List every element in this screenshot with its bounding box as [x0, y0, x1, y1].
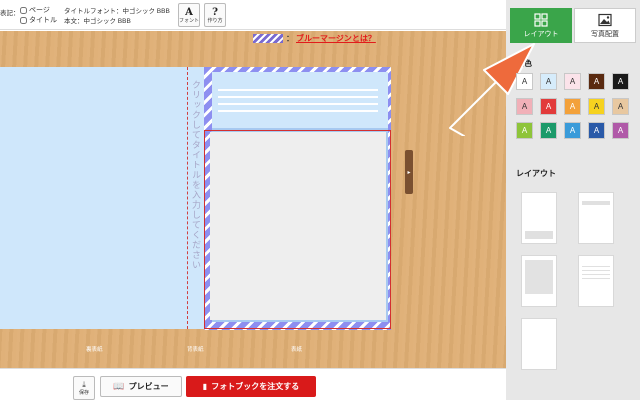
order-button-label: フォトブックを注文する	[211, 382, 300, 391]
color-swatch[interactable]: A	[588, 98, 605, 115]
color-swatch-letter: A	[593, 102, 600, 111]
page-checkbox-option[interactable]: ページ	[20, 5, 50, 15]
help-icon: ?	[212, 6, 218, 18]
preview-button-label: プレビュー	[128, 382, 169, 391]
layout-section-title: レイアウト	[516, 169, 556, 178]
color-swatch[interactable]: A	[516, 122, 533, 139]
font-button-label: フォント	[179, 17, 200, 24]
layout-option[interactable]	[578, 255, 614, 307]
color-swatch-letter: A	[569, 126, 576, 135]
title-checkbox-label: タイトル	[29, 17, 57, 24]
blue-margin-help-link[interactable]: ブルーマージンとは？	[296, 33, 376, 44]
color-swatch[interactable]: A	[588, 73, 605, 90]
title-line	[218, 96, 378, 98]
layout-option-bar	[582, 278, 610, 279]
layout-option-bar	[582, 266, 610, 267]
howto-button-label: 作り方	[207, 17, 223, 24]
layout-option-bar	[525, 260, 553, 294]
color-swatch-letter: A	[521, 77, 528, 86]
color-swatch-letter: A	[617, 126, 624, 135]
photo-icon	[598, 13, 612, 26]
color-swatch-letter: A	[521, 102, 528, 111]
layout-grid-icon	[534, 12, 548, 27]
layout-option-bar	[582, 201, 610, 205]
blue-margin-colon: ：	[286, 34, 294, 43]
font-icon: A	[185, 6, 193, 18]
color-swatch-letter: A	[545, 102, 552, 111]
layout-option[interactable]	[521, 192, 557, 244]
page-checkbox[interactable]	[20, 6, 27, 14]
top-toolbar: 表記： ページ タイトル タイトルフォント：中ゴシック BBB 本文：中ゴシック…	[0, 0, 506, 30]
color-swatch-letter: A	[593, 126, 600, 135]
title-line	[218, 103, 378, 105]
body-font-info: 本文：中ゴシック BBB	[64, 18, 131, 25]
color-swatch-letter: A	[593, 77, 600, 86]
color-swatch[interactable]: A	[564, 98, 581, 115]
color-swatch-letter: A	[569, 102, 576, 111]
color-swatch-letter: A	[545, 77, 552, 86]
blue-margin-legend: ： ブルーマージンとは？	[253, 33, 376, 44]
back-cover-label: 裏表紙	[86, 347, 103, 353]
title-font-info: タイトルフォント：中ゴシック BBB	[64, 8, 170, 15]
preview-button[interactable]: 📖 プレビュー	[100, 376, 182, 397]
layout-option[interactable]	[521, 318, 557, 370]
photo-slot[interactable]	[210, 132, 386, 320]
color-swatch[interactable]: A	[540, 98, 557, 115]
save-button[interactable]: ⤓ 保存	[73, 376, 95, 400]
color-swatch[interactable]: A	[516, 73, 533, 90]
title-checkbox-option[interactable]: タイトル	[20, 15, 57, 25]
front-cover-label: 表紙	[291, 347, 303, 353]
layout-option-bar	[582, 274, 610, 275]
spine-title-placeholder[interactable]: クリックしてタイトルを入力してください	[188, 80, 203, 270]
color-swatch[interactable]: A	[540, 73, 557, 90]
layout-option[interactable]	[578, 192, 614, 244]
color-swatch[interactable]: A	[540, 122, 557, 139]
title-checkbox[interactable]	[20, 16, 27, 24]
color-swatch-letter: A	[521, 126, 528, 135]
page-checkbox-label: ページ	[29, 7, 50, 14]
color-swatch[interactable]: A	[612, 122, 629, 139]
title-line	[218, 110, 378, 112]
color-swatch[interactable]: A	[612, 98, 629, 115]
layout-option[interactable]	[521, 255, 557, 307]
save-button-label: 保存	[78, 390, 89, 396]
title-line	[218, 89, 378, 91]
layout-option-bar	[525, 231, 553, 239]
color-swatch[interactable]: A	[564, 122, 581, 139]
tab-photo-placement[interactable]: 写真配置	[574, 8, 636, 43]
panel-toggle-handle[interactable]: ▸	[405, 150, 413, 194]
howto-button[interactable]: ? 作り方	[204, 3, 226, 27]
spine-label: 背表紙	[187, 347, 204, 353]
tab-photo-label: 写真配置	[591, 30, 619, 38]
order-photobook-button[interactable]: ▮ フォトブックを注文する	[186, 376, 316, 397]
layout-option-bar	[582, 270, 610, 271]
color-swatch-letter: A	[617, 77, 624, 86]
color-swatch-letter: A	[545, 126, 552, 135]
save-icon: ⤓	[82, 380, 86, 389]
photobook-icon: ▮	[202, 382, 208, 391]
book-icon: 📖	[113, 381, 125, 391]
color-swatch-letter: A	[569, 77, 576, 86]
color-swatch[interactable]: A	[588, 122, 605, 139]
back-cover[interactable]	[0, 67, 187, 329]
pointer-arrow-icon	[449, 43, 535, 136]
color-swatch[interactable]: A	[516, 98, 533, 115]
display-label: 表記：	[0, 10, 20, 17]
font-button[interactable]: A フォント	[178, 3, 200, 27]
bottom-bar: ⤓ 保存 📖 プレビュー ▮ フォトブックを注文する	[0, 368, 506, 400]
blue-margin-swatch	[253, 34, 283, 43]
color-swatch[interactable]: A	[564, 73, 581, 90]
title-text-box[interactable]	[212, 72, 388, 128]
color-swatch-letter: A	[617, 102, 624, 111]
color-swatch[interactable]: A	[612, 73, 629, 90]
